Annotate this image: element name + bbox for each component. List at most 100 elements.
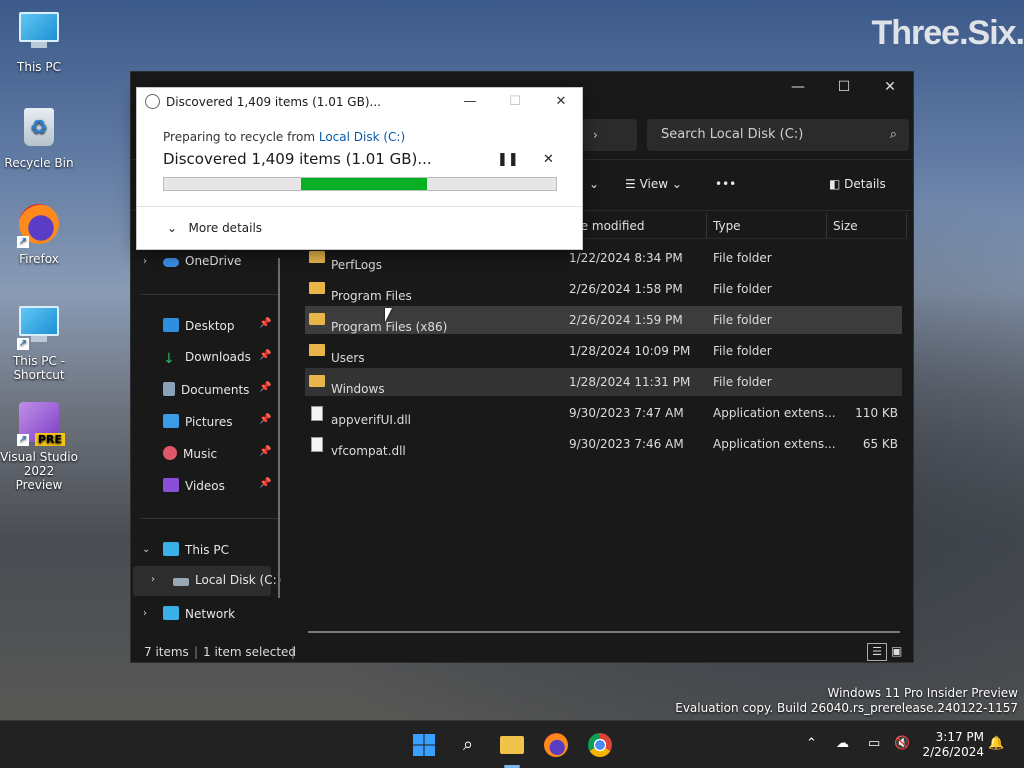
desktop-icon-this-pc-shortcut[interactable]: ↗ This PC - Shortcut [0,304,78,382]
sidebar-item-documents[interactable]: Documents 📌 [163,382,271,397]
pin-icon: 📌 [259,318,272,329]
taskbar-chrome[interactable] [584,729,616,761]
sidebar-item-pictures[interactable]: Pictures 📌 [163,414,271,429]
recycle-bin-icon: ♻ [17,108,61,152]
file-row[interactable]: appverifUI.dll 9/30/2023 7:47 AM Applica… [305,399,902,427]
search-icon: ⌕ [889,127,897,142]
windows-watermark: Windows 11 Pro Insider Preview Evaluatio… [675,686,1018,715]
chevron-right-icon: › [593,128,598,142]
details-button[interactable]: ◧ Details [829,177,886,191]
sidebar-item-videos[interactable]: Videos 📌 [163,478,271,493]
cancel-button[interactable]: ✕ [543,152,554,167]
firefox-icon [544,733,568,757]
folder-icon [309,251,325,263]
dialog-subtitle: Preparing to recycle from Local Disk (C:… [163,130,406,144]
column-type[interactable]: Type [713,219,741,233]
start-button[interactable] [408,729,440,761]
desktop-icon-label: Firefox [19,252,59,266]
close-icon[interactable]: ✕ [867,72,913,102]
sidebar-item-onedrive[interactable]: OneDrive [163,254,241,268]
chrome-icon [588,733,612,757]
windows-logo-icon [413,734,435,756]
monitor-icon: ↗ [17,306,61,350]
file-row[interactable]: Program Files 2/26/2024 1:58 PM File fol… [305,275,902,303]
pin-icon: 📌 [259,350,272,361]
sidebar-item-this-pc[interactable]: This PC [163,542,229,557]
dll-file-icon [311,437,323,452]
chevron-right-icon[interactable]: › [151,574,155,585]
desktop-icon-this-pc[interactable]: This PC [0,10,78,74]
sidebar-item-local-disk[interactable]: › Local Disk (C:) [133,566,281,596]
onedrive-offline-icon[interactable]: ☁ [836,736,849,751]
folder-icon [309,344,325,356]
close-icon: ✕ [543,152,554,167]
desktop-icon-firefox[interactable]: ↗ Firefox [0,204,78,266]
progress-bar [163,177,557,191]
tiles-view-icon[interactable]: ▣ [891,644,902,658]
view-icon: ☰ [625,177,640,191]
sidebar-scrollbar[interactable] [278,258,280,598]
taskbar-firefox[interactable] [540,729,572,761]
search-placeholder: Search Local Disk (C:) [661,127,804,142]
column-size[interactable]: Size [833,219,858,233]
pin-icon: 📌 [259,446,272,457]
desktop-brand-logo: Three.Six. [871,14,1024,52]
shortcut-arrow-icon: ↗ [17,338,29,350]
chevron-right-icon[interactable]: › [143,608,147,619]
cloud-icon [163,258,179,267]
sidebar-item-network[interactable]: Network [163,606,235,621]
more-details-button[interactable]: ⌄ More details [167,221,262,235]
sidebar-item-desktop[interactable]: Desktop 📌 [163,318,271,333]
close-icon[interactable]: ✕ [538,88,584,116]
chevron-down-icon[interactable]: ⌄ [589,177,599,191]
status-bar: 7 items | 1 item selected | ☰ ▣ [144,643,903,661]
desktop-icon-recycle-bin[interactable]: ♻ Recycle Bin [0,106,78,170]
pre-badge: PRE [34,433,65,446]
system-clock[interactable]: 3:17 PM 2/26/2024 [922,730,984,760]
sidebar-item-downloads[interactable]: ↓ Downloads 📌 [163,350,271,367]
folder-icon [309,282,325,294]
minimize-icon[interactable]: — [447,88,493,116]
address-bar[interactable]: › [581,119,637,151]
music-icon [163,446,177,460]
chevron-right-icon[interactable]: › [143,256,147,267]
dll-file-icon [311,406,323,421]
recycle-progress-dialog: Discovered 1,409 items (1.01 GB)... — ☐ … [136,87,583,250]
file-row[interactable]: vfcompat.dll 9/30/2023 7:46 AM Applicati… [305,430,902,458]
desktop-icon-visual-studio[interactable]: PRE ↗ Visual Studio 2022 Preview [0,402,78,492]
horizontal-scrollbar[interactable] [308,631,900,633]
chevron-down-icon[interactable]: ⌄ [142,544,150,555]
column-date-modified[interactable]: te modified [576,219,644,233]
download-icon: ↓ [163,351,175,367]
taskbar-file-explorer[interactable] [496,729,528,761]
clock-icon [145,94,160,109]
volume-muted-icon[interactable]: 🔇 [894,736,910,751]
local-disk-link[interactable]: Local Disk (C:) [319,130,405,144]
view-button[interactable]: ☰ View ⌄ [625,177,682,191]
desktop-icon-label: This PC [17,60,61,74]
folder-icon [309,313,325,325]
progress-bar-fill [301,178,427,190]
file-row-hover[interactable]: Windows 1/28/2024 11:31 PM File folder [305,368,902,396]
details-view-icon[interactable]: ☰ [867,643,887,661]
window-controls: — ☐ ✕ [775,72,913,102]
maximize-icon[interactable]: ☐ [821,72,867,102]
pin-icon: 📌 [259,382,272,393]
file-row-selected[interactable]: Program Files (x86) 2/26/2024 1:59 PM Fi… [305,306,902,334]
minimize-icon[interactable]: — [775,72,821,102]
more-options-icon[interactable]: ••• [715,177,736,191]
notification-bell-icon[interactable]: 🔔 [988,736,1004,751]
show-hidden-icons-icon[interactable]: ⌃ [806,736,817,751]
search-button[interactable]: ⌕ [452,729,484,761]
sidebar-item-music[interactable]: Music 📌 [163,446,271,461]
network-icon[interactable]: ▭ [868,736,880,751]
search-input[interactable]: Search Local Disk (C:) ⌕ [647,119,909,151]
search-icon: ⌕ [462,734,474,755]
pin-icon: 📌 [259,478,272,489]
details-pane-icon: ◧ [829,177,845,191]
drive-icon [173,578,189,586]
pause-button[interactable]: ❚❚ [497,152,519,167]
mouse-cursor [385,308,392,322]
taskbar: ⌕ ⌃ ☁ ▭ 🔇 3:17 PM 2/26/2024 🔔 [0,720,1024,768]
file-row[interactable]: Users 1/28/2024 10:09 PM File folder [305,337,902,365]
